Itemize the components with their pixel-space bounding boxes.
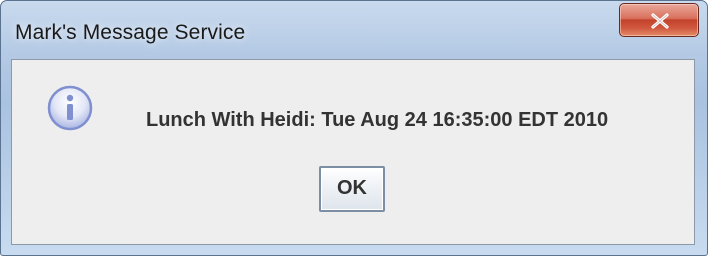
info-icon bbox=[47, 85, 93, 131]
dialog-content: Lunch With Heidi: Tue Aug 24 16:35:00 ED… bbox=[11, 59, 695, 245]
titlebar[interactable]: Mark's Message Service bbox=[1, 1, 707, 57]
close-button[interactable] bbox=[619, 3, 699, 37]
window-title: Mark's Message Service bbox=[15, 21, 246, 44]
close-icon bbox=[651, 13, 669, 29]
message-text: Lunch With Heidi: Tue Aug 24 16:35:00 ED… bbox=[146, 109, 609, 131]
message-dialog-window: Mark's Message Service Lunch With Heidi:… bbox=[0, 0, 708, 256]
ok-button[interactable]: OK bbox=[319, 166, 385, 212]
